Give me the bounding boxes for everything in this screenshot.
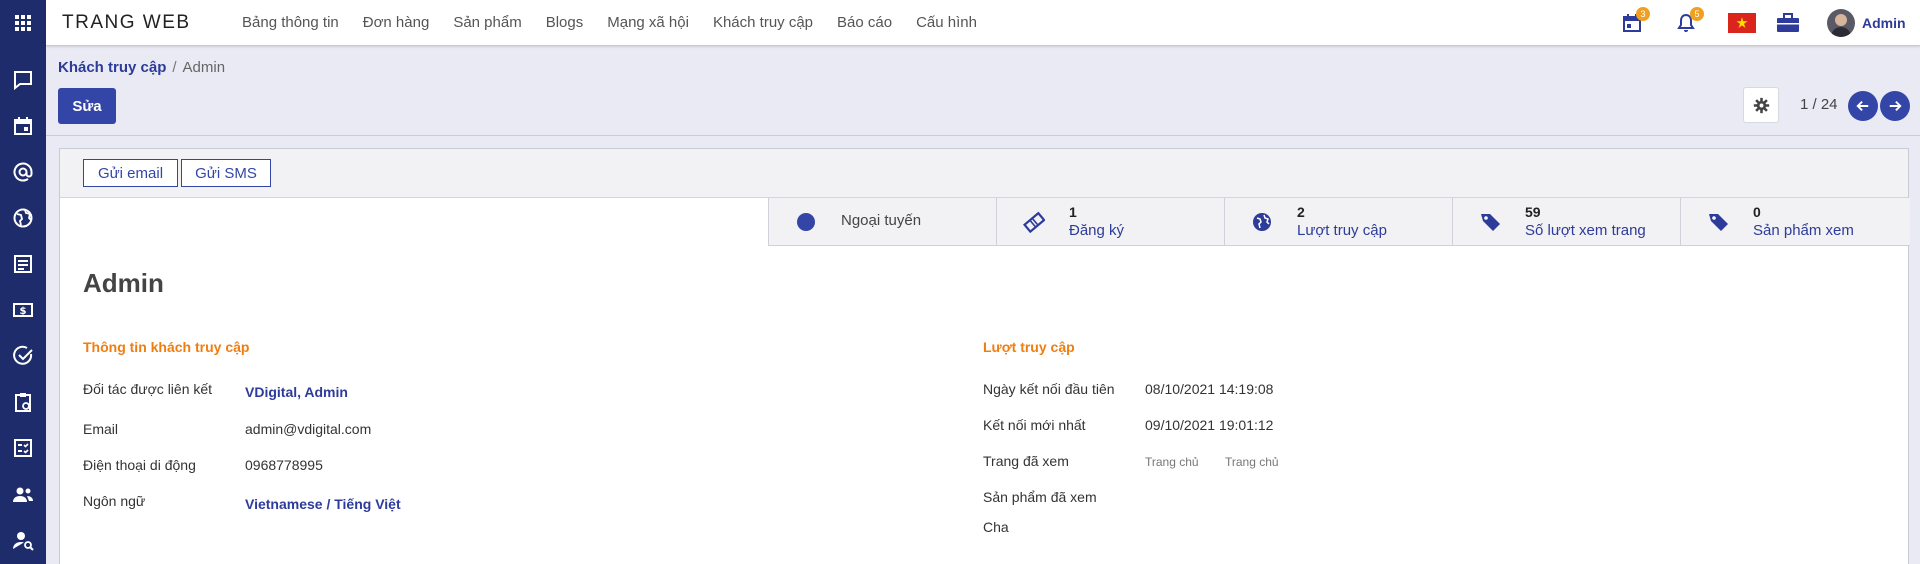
arrow-left-icon xyxy=(1856,100,1869,112)
breadcrumb-separator: / xyxy=(172,59,177,76)
partner-label: Đối tác được liên kết xyxy=(83,381,213,397)
user-search-icon[interactable] xyxy=(12,529,34,551)
money-icon[interactable]: $ xyxy=(12,299,34,321)
status-dot-icon xyxy=(795,211,817,233)
tags-icon xyxy=(1479,211,1501,233)
globe-icon[interactable] xyxy=(12,207,34,229)
signups-count: 1 xyxy=(1069,204,1077,220)
visits-count: 2 xyxy=(1297,204,1305,220)
at-icon[interactable] xyxy=(12,161,34,183)
vietnam-flag-icon xyxy=(1728,13,1756,33)
pager-previous-button[interactable] xyxy=(1848,91,1878,121)
menu-item-visitors[interactable]: Khách truy cập xyxy=(713,14,813,31)
visited-page-tag: Trang chủ xyxy=(1225,455,1279,469)
edit-button[interactable]: Sửa xyxy=(58,88,116,124)
last-connection-label: Kết nối mới nhất xyxy=(983,417,1086,433)
last-connection-value: 09/10/2021 19:01:12 xyxy=(1145,417,1274,433)
menu-item-orders[interactable]: Đơn hàng xyxy=(363,14,430,31)
apps-grid-icon[interactable] xyxy=(0,0,46,46)
top-navbar: TRANG WEB Bảng thông tin Đơn hàng Sản ph… xyxy=(46,0,1920,46)
tags-icon xyxy=(1707,211,1729,233)
first-connection-value: 08/10/2021 14:19:08 xyxy=(1145,381,1274,397)
activity-count-badge: 3 xyxy=(1636,7,1650,21)
app-brand[interactable]: TRANG WEB xyxy=(62,12,191,34)
visited-products-label: Sản phẩm đã xem xyxy=(983,489,1097,505)
activity-button[interactable]: 3 xyxy=(1622,0,1650,46)
breadcrumb: Khách truy cập / Admin xyxy=(58,59,225,76)
pager-next-button[interactable] xyxy=(1880,91,1910,121)
pager-value[interactable]: 1 / 24 xyxy=(1800,96,1838,113)
page-views-count: 59 xyxy=(1525,204,1541,220)
section-title-visitor-info: Thông tin khách truy cập xyxy=(83,339,250,355)
partner-link[interactable]: VDigital, Admin xyxy=(245,384,348,400)
users-icon[interactable] xyxy=(12,483,34,505)
status-smart-button[interactable]: Ngoại tuyến xyxy=(768,198,996,246)
briefcase-icon xyxy=(1776,13,1800,33)
user-name: Admin xyxy=(1862,15,1906,31)
gear-icon xyxy=(1753,97,1769,113)
task-list-icon[interactable] xyxy=(12,437,34,459)
menu-item-reports[interactable]: Báo cáo xyxy=(837,14,892,31)
first-connection-label: Ngày kết nối đầu tiên xyxy=(983,381,1115,397)
menu-item-config[interactable]: Cấu hình xyxy=(916,14,977,31)
switch-company-button[interactable] xyxy=(1776,0,1800,46)
svg-text:$: $ xyxy=(20,306,27,317)
notifications-button[interactable]: 5 xyxy=(1676,0,1704,46)
activity-calendar-icon: 3 xyxy=(1622,7,1650,33)
email-value: admin@vdigital.com xyxy=(245,421,372,437)
product-views-smart-button[interactable]: 0 Sản phẩm xem xyxy=(1680,198,1910,246)
mobile-label: Điện thoại di động xyxy=(83,457,196,473)
user-menu[interactable]: Admin xyxy=(1827,0,1906,46)
section-title-visits: Lượt truy cập xyxy=(983,339,1075,355)
email-label: Email xyxy=(83,421,119,437)
record-title: Admin xyxy=(83,268,164,298)
visited-pages-label: Trang đã xem xyxy=(983,453,1069,469)
app-sidebar: $ xyxy=(0,0,46,564)
avatar xyxy=(1827,9,1855,37)
calendar-icon[interactable] xyxy=(12,115,34,137)
breadcrumb-parent[interactable]: Khách truy cập xyxy=(58,59,166,76)
status-label: Ngoại tuyến xyxy=(841,212,922,229)
breadcrumb-current: Admin xyxy=(182,59,226,76)
action-menu-button[interactable] xyxy=(1743,87,1779,123)
check-circle-icon[interactable] xyxy=(12,345,34,367)
page-views-smart-button[interactable]: 59 Số lượt xem trang xyxy=(1452,198,1680,246)
mobile-value: 0968778995 xyxy=(245,457,323,473)
language-label: Ngôn ngữ xyxy=(83,493,146,509)
ticket-icon xyxy=(1022,211,1046,234)
chat-icon[interactable] xyxy=(12,69,34,91)
arrow-right-icon xyxy=(1889,100,1902,112)
menu-item-social[interactable]: Mạng xã hội xyxy=(607,14,689,31)
main-menu: Bảng thông tin Đơn hàng Sản phẩm Blogs M… xyxy=(242,14,1001,31)
bell-icon: 5 xyxy=(1676,7,1704,33)
send-email-button[interactable]: Gửi email xyxy=(83,159,178,187)
newspaper-icon[interactable] xyxy=(12,253,34,275)
clipboard-icon[interactable] xyxy=(12,391,34,413)
visited-page-tag: Trang chủ xyxy=(1145,455,1199,469)
globe-icon xyxy=(1251,211,1273,233)
page-views-label: Số lượt xem trang xyxy=(1525,222,1646,239)
form-statusbar: Gửi email Gửi SMS xyxy=(60,149,1908,198)
product-views-label: Sản phẩm xem xyxy=(1753,222,1854,239)
form-sheet: Gửi email Gửi SMS Ngoại tuyến 1 Đăng ký … xyxy=(59,148,1910,564)
menu-item-blogs[interactable]: Blogs xyxy=(546,14,584,31)
signups-label: Đăng ký xyxy=(1069,222,1125,239)
send-sms-button[interactable]: Gửi SMS xyxy=(181,159,271,187)
visits-smart-button[interactable]: 2 Lượt truy cập xyxy=(1224,198,1452,246)
menu-item-products[interactable]: Sản phẩm xyxy=(453,14,521,31)
product-views-count: 0 xyxy=(1753,204,1761,220)
menu-item-dashboard[interactable]: Bảng thông tin xyxy=(242,14,339,31)
language-link[interactable]: Vietnamese / Tiếng Việt xyxy=(245,496,401,512)
signups-smart-button[interactable]: 1 Đăng ký xyxy=(996,198,1224,246)
visits-label: Lượt truy cập xyxy=(1297,222,1387,239)
notification-count-badge: 5 xyxy=(1690,7,1704,21)
language-switcher[interactable] xyxy=(1728,0,1756,46)
parent-label: Cha xyxy=(983,519,1009,535)
